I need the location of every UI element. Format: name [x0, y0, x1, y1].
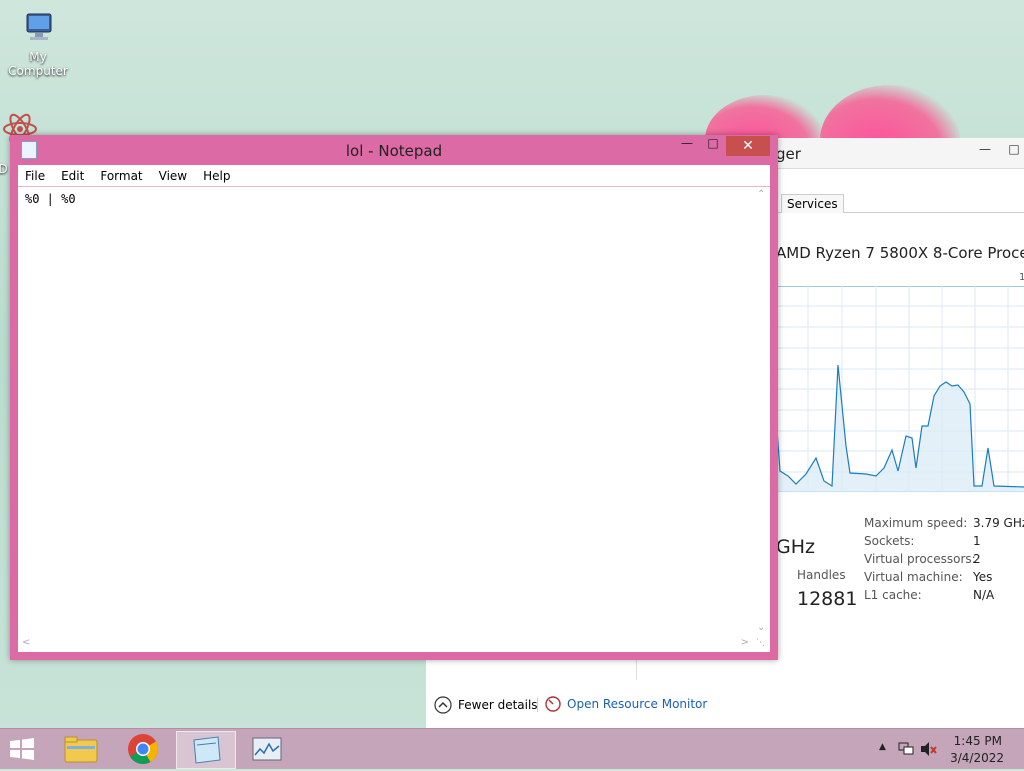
cpu-name: AMD Ryzen 7 5800X 8-Core Process [776, 244, 1024, 262]
stat-key: Sockets: [864, 534, 915, 548]
menu-view[interactable]: View [152, 169, 194, 183]
task-manager-icon [252, 737, 282, 761]
stat-key: L1 cache: [864, 588, 922, 602]
scroll-up-icon[interactable]: ⌃ [757, 189, 765, 200]
start-button[interactable] [8, 737, 38, 761]
menu-help[interactable]: Help [196, 169, 237, 183]
maximize-icon[interactable]: □ [1000, 142, 1024, 162]
menu-file[interactable]: File [18, 169, 52, 183]
notepad-icon [193, 736, 221, 764]
handles-label: Handles [797, 568, 846, 582]
close-icon[interactable]: ✕ [726, 136, 770, 156]
notepad-window[interactable]: lol - Notepad — □ ✕ File Edit Format Vie… [10, 135, 778, 660]
stat-value: Yes [973, 570, 993, 584]
fewer-details-label: Fewer details [458, 698, 538, 712]
task-manager-footer: Fewer details Open Resource Monitor [426, 680, 1024, 730]
minimize-icon[interactable]: — [971, 142, 999, 162]
clock-date[interactable]: 3/4/2022 [950, 751, 1004, 765]
open-resource-monitor-label: Open Resource Monitor [567, 697, 708, 711]
stat-value: 1 [973, 534, 981, 548]
taskbar: ▲ 1:45 PM 3/4/2022 [0, 728, 1024, 769]
system-tray: ▲ 1:45 PM 3/4/2022 [854, 729, 1024, 769]
notepad-titlebar[interactable]: lol - Notepad — □ ✕ [10, 135, 778, 165]
stat-key: Virtual processors: [864, 552, 976, 566]
desktop-icon-label: My Computer [8, 50, 68, 78]
stat-value: N/A [973, 588, 995, 602]
open-resource-monitor-link[interactable]: Open Resource Monitor [545, 696, 707, 712]
windows-logo-icon [10, 738, 34, 760]
notepad-text[interactable]: %0 | %0 [25, 192, 76, 206]
network-icon[interactable] [898, 741, 914, 757]
divider [537, 698, 538, 712]
desktop-icon-label: D [0, 162, 8, 176]
volume-muted-icon[interactable] [920, 741, 938, 757]
chrome-icon [128, 734, 159, 765]
handles-value: 12881 [797, 588, 858, 610]
show-hidden-icons-icon[interactable]: ▲ [879, 742, 886, 752]
tab-services[interactable]: Services [781, 194, 844, 213]
notepad-text-area[interactable]: %0 | %0 ⌃ ⌄ < > ⋱ [18, 186, 770, 652]
notepad-title: lol - Notepad [345, 142, 443, 160]
stat-value: 2 [973, 552, 981, 566]
stat-key: Virtual machine: [864, 570, 963, 584]
maximize-icon[interactable]: □ [698, 136, 728, 156]
scroll-right-icon[interactable]: > [741, 637, 749, 648]
scroll-down-icon[interactable]: ⌄ [757, 622, 765, 633]
desktop-icon-my-computer[interactable]: My Computer [0, 8, 76, 78]
computer-icon [18, 8, 58, 48]
cpu-speed: GHz [776, 536, 815, 558]
resource-monitor-icon [545, 696, 561, 712]
task-manager-title: ger [776, 145, 801, 163]
horizontal-scrollbar[interactable]: < > [18, 635, 753, 652]
chevron-up-icon [434, 696, 452, 714]
notepad-menubar: File Edit Format View Help [18, 165, 770, 186]
clock-time[interactable]: 1:45 PM [954, 734, 1002, 748]
vertical-scrollbar[interactable]: ⌃ ⌄ [753, 187, 770, 635]
taskbar-notepad[interactable] [176, 731, 236, 769]
cpu-usage-graph [776, 286, 1024, 492]
taskbar-file-explorer[interactable] [52, 731, 110, 767]
taskbar-chrome[interactable] [114, 731, 172, 767]
resize-grip-icon[interactable]: ⋱ [756, 638, 768, 650]
menu-edit[interactable]: Edit [54, 169, 91, 183]
folder-icon [64, 736, 98, 763]
stat-value: 3.79 GHz [973, 516, 1024, 530]
graph-max-label: 1 [1019, 272, 1024, 283]
stat-key: Maximum speed: [864, 516, 968, 530]
taskbar-task-manager[interactable] [238, 731, 296, 767]
fewer-details-button[interactable]: Fewer details [434, 696, 538, 714]
menu-format[interactable]: Format [93, 169, 149, 183]
scroll-left-icon[interactable]: < [22, 637, 30, 648]
